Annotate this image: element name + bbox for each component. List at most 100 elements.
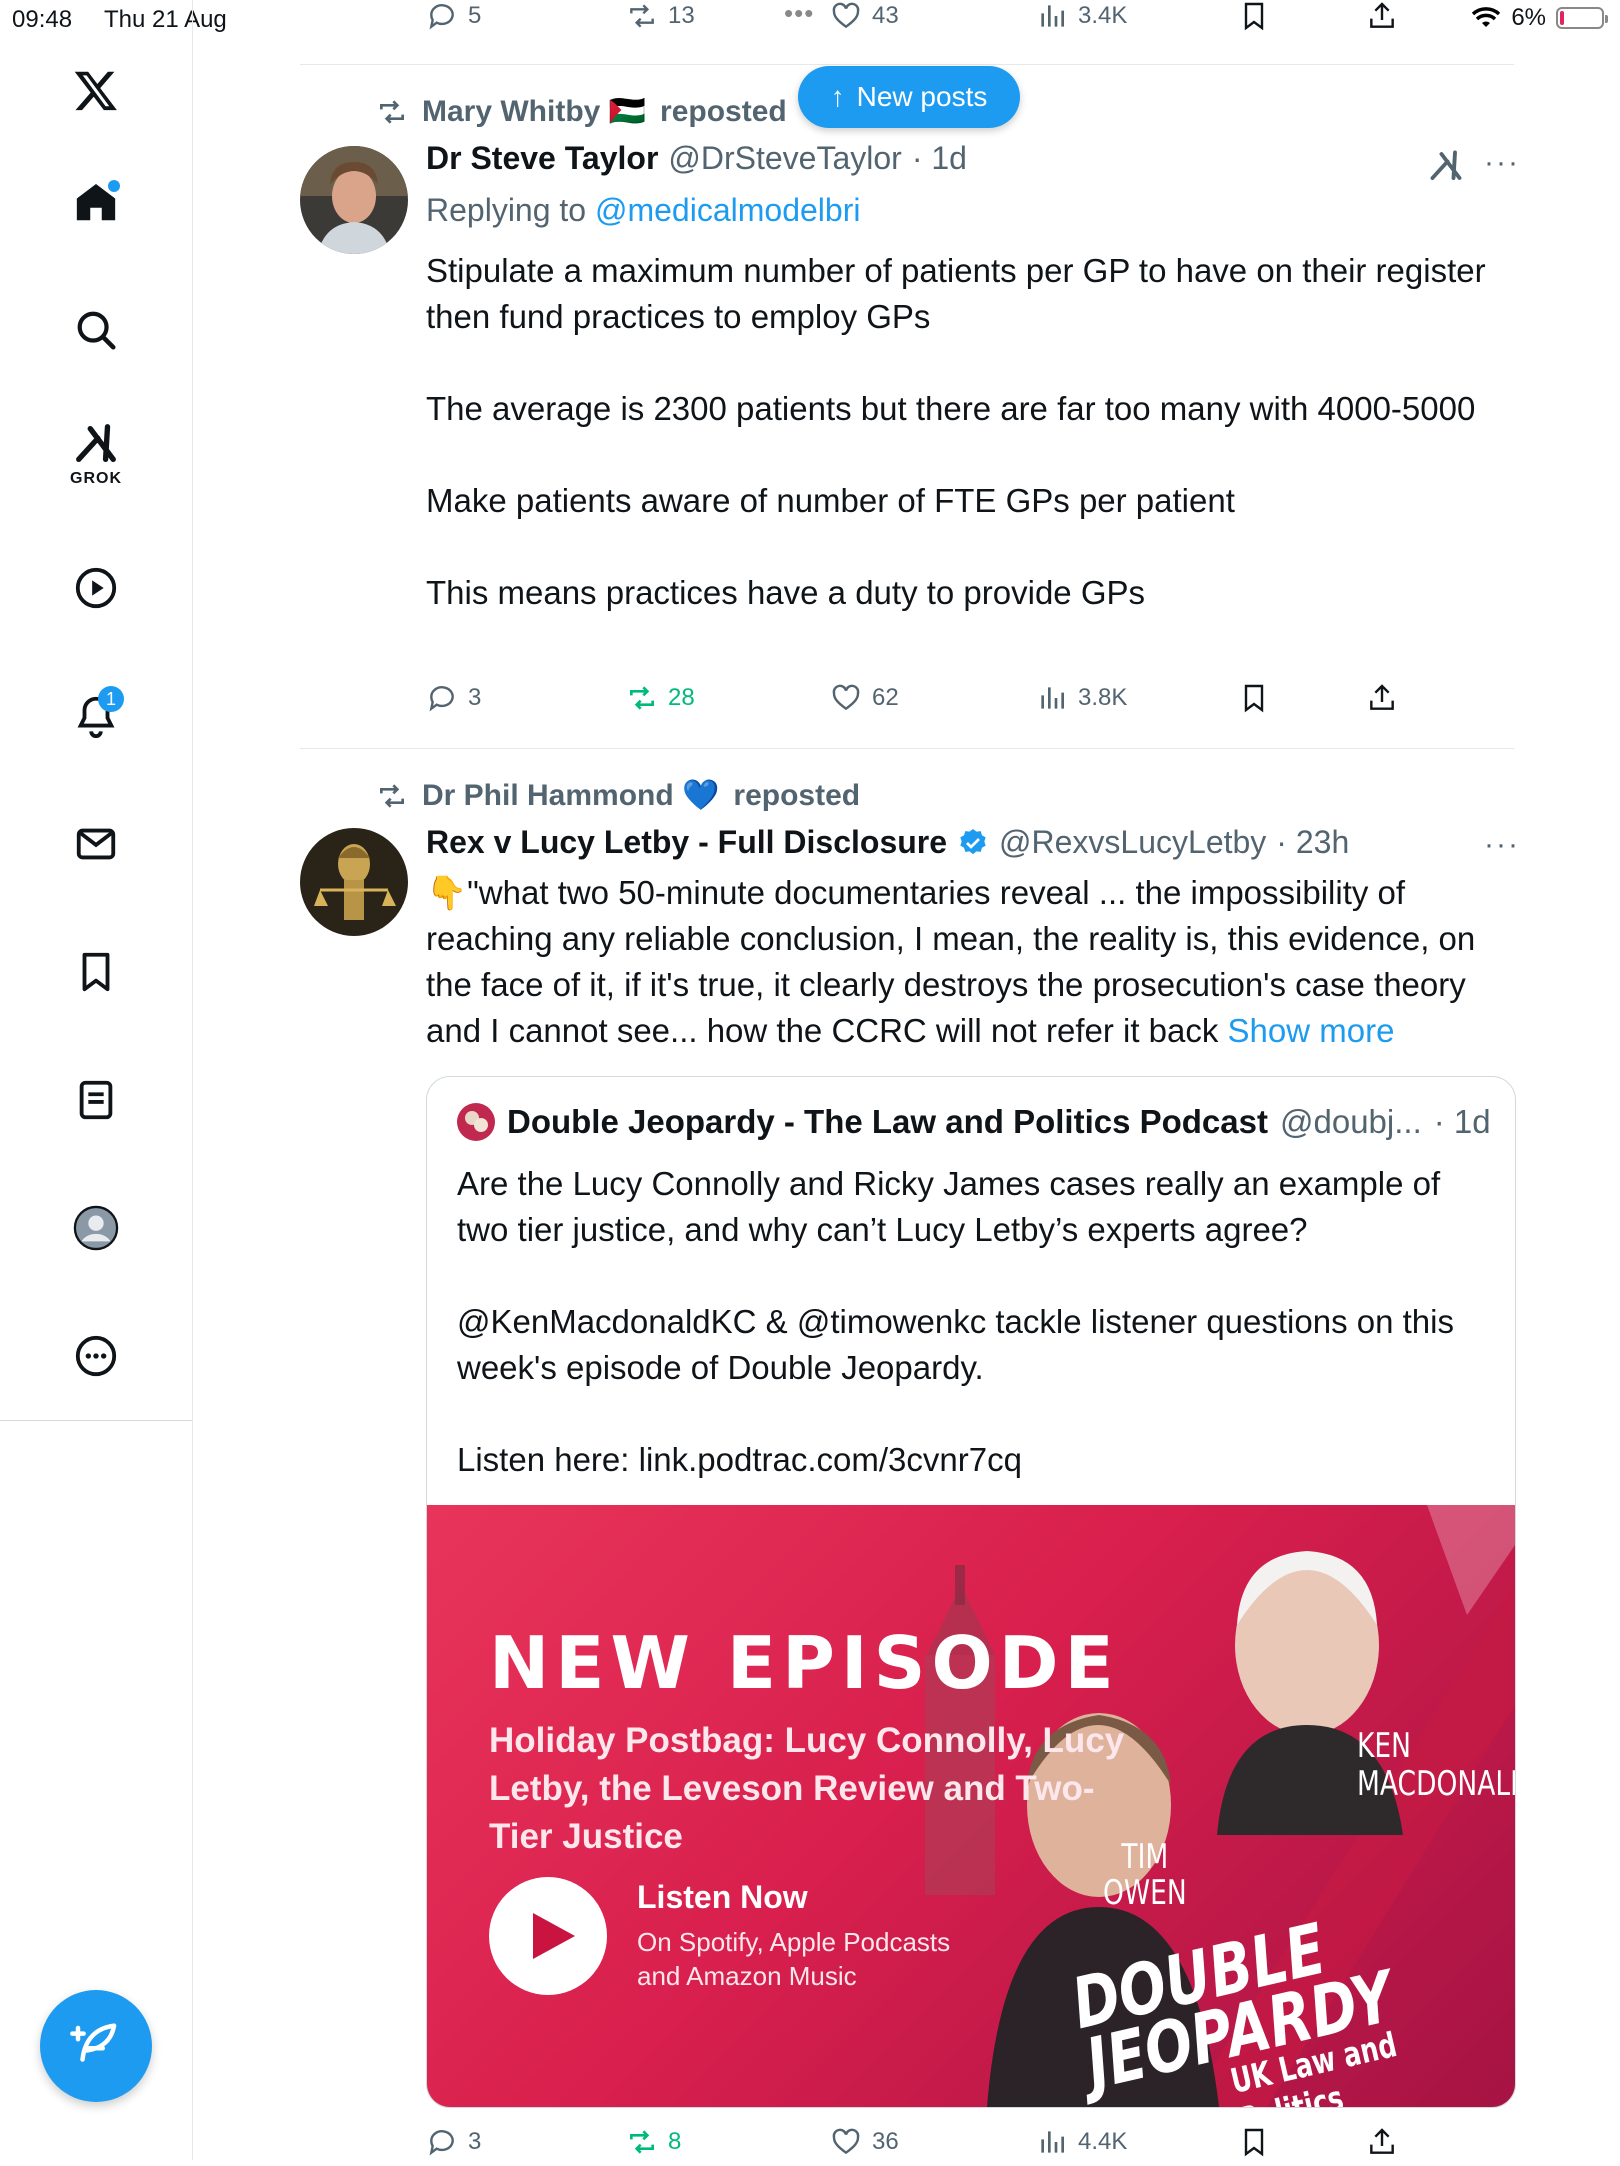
quoted-author-name[interactable]: Double Jeopardy - The Law and Politics P… [507, 1103, 1268, 1141]
messages-envelope-icon[interactable] [52, 800, 140, 888]
play-icon[interactable] [489, 1877, 607, 1995]
reply-button[interactable]: 3 [426, 2126, 481, 2158]
author-name[interactable]: Dr Steve Taylor [426, 140, 658, 177]
reply-button[interactable]: 5 [426, 0, 481, 32]
reply-button[interactable]: 3 [426, 682, 481, 714]
promo-host-tim: TIM OWEN [1103, 1837, 1187, 1913]
avatar[interactable] [300, 146, 408, 254]
bookmark-icon [1244, 2128, 1264, 2157]
repost-button[interactable]: 8 [626, 2126, 681, 2158]
podcast-promo-image[interactable]: NEW EPISODE Holiday Postbag: Lucy Connol… [427, 1505, 1515, 2107]
tweet-text: 👇"what two 50-minute documentaries revea… [426, 870, 1516, 1054]
more-options-icon[interactable]: ··· [1484, 828, 1520, 862]
reply-icon [429, 2130, 454, 2156]
share-icon [1370, 2, 1394, 28]
promo-cta: Listen Now [637, 1879, 808, 1915]
like-count: 43 [872, 2, 899, 29]
replying-to-link[interactable]: @medicalmodelbri [595, 192, 860, 228]
share-button[interactable] [1366, 0, 1398, 32]
repost-count: 8 [668, 2128, 682, 2155]
lists-icon[interactable] [52, 1056, 140, 1144]
home-icon[interactable] [52, 158, 140, 246]
previous-post-actions: 5 13 43 3.4K [426, 0, 1426, 40]
avatar[interactable] [457, 1103, 495, 1141]
views-button[interactable]: 3.8K [1036, 682, 1127, 714]
bookmark-button[interactable] [1238, 2126, 1270, 2158]
quoted-post-time[interactable]: · 1d [1434, 1103, 1491, 1141]
quoted-text: Are the Lucy Connolly and Ricky James ca… [457, 1165, 1454, 1478]
video-icon[interactable] [52, 544, 140, 632]
repost-attribution: Mary Whitby 🇵🇸 reposted [376, 94, 787, 129]
share-icon [1370, 684, 1394, 710]
heart-icon [832, 2128, 860, 2155]
avatar[interactable] [300, 828, 408, 936]
more-options-icon[interactable] [52, 1312, 140, 1400]
reposter-name[interactable]: Dr Phil Hammond 💙 [422, 778, 719, 813]
grok-explain-icon[interactable] [1428, 148, 1464, 184]
reposter-name[interactable]: Mary Whitby 🇵🇸 [422, 94, 646, 129]
reply-icon [429, 686, 454, 712]
tweet-actions: 3 28 62 3.8K [426, 682, 1426, 722]
home-unread-dot [108, 180, 120, 192]
search-icon[interactable] [52, 286, 140, 374]
tweet-actions: 3 8 36 4.4K [426, 2126, 1426, 2166]
arrow-up-icon: ↑ [830, 81, 845, 112]
side-nav: GROK 1 [0, 0, 193, 2160]
like-count: 36 [872, 2128, 899, 2155]
post-time[interactable]: · 23h [1276, 824, 1349, 861]
bookmark-button[interactable] [1238, 0, 1270, 32]
share-button[interactable] [1366, 2126, 1398, 2158]
grok-label: GROK [70, 470, 122, 487]
views-chart-icon [1041, 5, 1064, 27]
tweet-header: Rex v Lucy Letby - Full Disclosure @Rexv… [426, 824, 1349, 861]
battery-percent: 6% [1511, 4, 1546, 31]
reposted-label: reposted [660, 94, 787, 128]
more-options-icon[interactable]: ··· [1484, 146, 1520, 180]
x-logo-icon[interactable] [52, 46, 140, 134]
post-time[interactable]: · 1d [912, 140, 967, 177]
new-posts-label: New posts [856, 81, 988, 112]
heart-icon [832, 684, 860, 711]
bookmark-icon [1244, 684, 1264, 713]
like-button[interactable]: 62 [830, 682, 899, 714]
quoted-author-handle[interactable]: @doubj... [1280, 1103, 1422, 1141]
battery-icon [1556, 7, 1608, 29]
views-button[interactable]: 4.4K [1036, 2126, 1127, 2158]
author-handle[interactable]: @DrSteveTaylor [668, 140, 901, 177]
view-count: 3.8K [1078, 684, 1128, 711]
new-posts-button[interactable]: ↑ New posts [798, 66, 1020, 128]
repost-button[interactable]: 28 [626, 682, 695, 714]
bookmark-button[interactable] [1238, 682, 1270, 714]
views-button[interactable]: 3.4K [1036, 0, 1127, 32]
author-handle[interactable]: @RexvsLucyLetby [999, 824, 1266, 861]
views-chart-icon [1041, 2131, 1064, 2153]
heart-icon [832, 2, 860, 29]
repost-icon [630, 686, 654, 710]
repost-icon [630, 4, 654, 28]
tweet-header: Dr Steve Taylor @DrSteveTaylor · 1d [426, 140, 967, 177]
quoted-post-card[interactable]: Double Jeopardy - The Law and Politics P… [426, 1076, 1516, 2108]
view-count: 3.4K [1078, 2, 1128, 29]
share-button[interactable] [1366, 682, 1398, 714]
post-divider [300, 64, 1514, 65]
reply-icon [429, 4, 454, 30]
post-divider [300, 748, 1514, 749]
like-button[interactable]: 43 [830, 0, 899, 32]
repost-icon [380, 99, 404, 124]
notifications-badge: 1 [98, 686, 124, 712]
bookmark-icon[interactable] [52, 928, 140, 1016]
notifications-bell-icon[interactable]: 1 [52, 672, 140, 760]
repost-icon [380, 783, 404, 808]
repost-button[interactable]: 13 [626, 0, 695, 32]
views-chart-icon [1041, 687, 1064, 709]
grok-icon[interactable]: GROK [52, 404, 140, 504]
show-more-link[interactable]: Show more [1228, 1012, 1395, 1049]
reply-count: 5 [468, 2, 482, 29]
like-button[interactable]: 36 [830, 2126, 899, 2158]
promo-headline: NEW EPISODE [489, 1621, 1120, 1705]
reply-count: 3 [468, 2128, 482, 2155]
profile-avatar-icon[interactable] [52, 1184, 140, 1272]
repost-attribution: Dr Phil Hammond 💙 reposted [376, 778, 860, 813]
compose-post-button[interactable] [40, 1990, 152, 2102]
author-name[interactable]: Rex v Lucy Letby - Full Disclosure [426, 824, 947, 861]
